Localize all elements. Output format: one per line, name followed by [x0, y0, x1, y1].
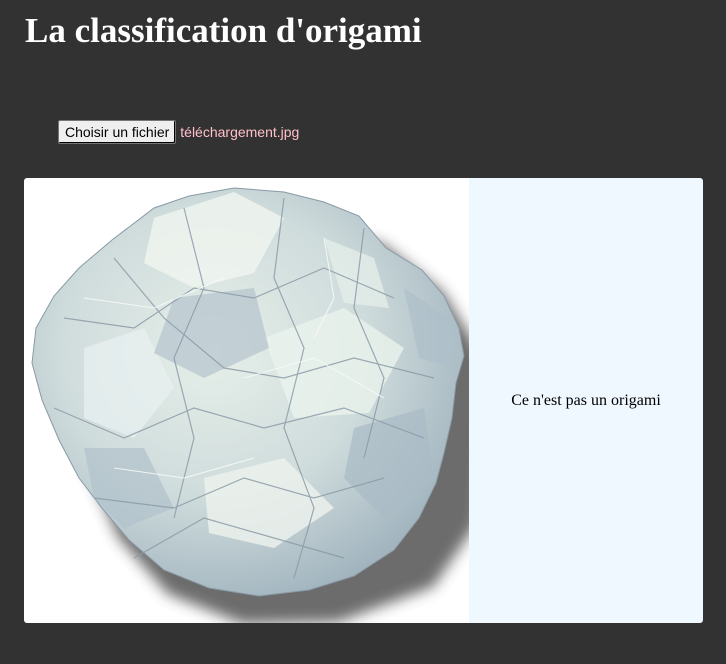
uploaded-image	[24, 178, 469, 623]
selected-file-name: téléchargement.jpg	[180, 124, 300, 140]
file-upload-control: Choisir un fichier téléchargement.jpg	[58, 119, 299, 145]
choose-file-button[interactable]: Choisir un fichier	[58, 120, 177, 144]
crumpled-paper-image	[31, 187, 469, 623]
page-title: La classification d'origami	[25, 11, 422, 50]
verdict-panel: Ce n'est pas un origami	[469, 178, 703, 623]
verdict-text: Ce n'est pas un origami	[511, 391, 661, 409]
classification-result: Ce n'est pas un origami	[24, 178, 703, 623]
